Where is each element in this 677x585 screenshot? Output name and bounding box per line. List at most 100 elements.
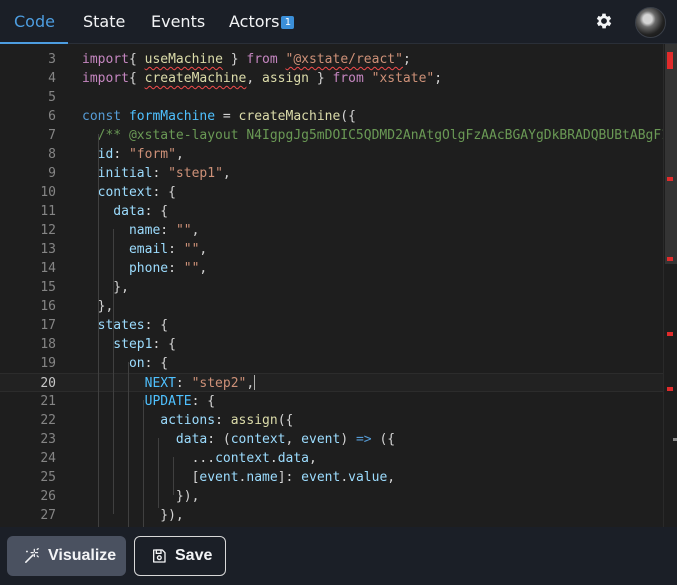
visualize-button[interactable]: Visualize <box>7 536 126 576</box>
tab-events[interactable]: Events <box>151 0 205 44</box>
indent-guide <box>143 400 144 527</box>
code-line[interactable]: 18 step1: { <box>0 335 677 354</box>
code-line[interactable]: 12 name: "", <box>0 221 677 240</box>
line-number: 11 <box>40 204 56 219</box>
code-line[interactable]: 20 NEXT: "step2", <box>0 373 677 392</box>
code-token: { <box>128 71 145 86</box>
line-number: 23 <box>40 432 56 447</box>
code-token: , <box>285 432 302 447</box>
tab-state-label: State <box>83 12 126 31</box>
code-text: initial: "step1", <box>82 164 231 183</box>
code-line[interactable]: 19 on: { <box>0 354 677 373</box>
tab-state[interactable]: State <box>83 0 125 44</box>
code-line[interactable]: 7 /** @xstate-layout N4IgpgJg5mDOIC5QDMD… <box>0 126 677 145</box>
line-number: 5 <box>48 90 56 105</box>
code-line[interactable]: 15 }, <box>0 278 677 297</box>
code-token: import <box>82 71 129 86</box>
code-token: , <box>175 147 184 162</box>
code-token: context <box>215 451 270 466</box>
line-number: 25 <box>40 470 56 485</box>
line-number: 9 <box>48 166 56 181</box>
line-number: 15 <box>40 280 56 295</box>
code-token: phone <box>82 261 169 276</box>
code-token: => <box>355 432 372 447</box>
code-line[interactable]: 8 id: "form", <box>0 145 677 164</box>
magic-wand-icon <box>25 547 39 563</box>
code-text: }), <box>82 487 200 506</box>
code-token: : <box>175 376 192 391</box>
tab-code[interactable]: Code <box>14 0 55 44</box>
code-token: step1 <box>82 337 153 352</box>
code-line[interactable]: 14 phone: "", <box>0 259 677 278</box>
code-editor[interactable]: 27 }), 26 }), 25 [event.name]: event.value… <box>0 44 677 527</box>
code-text: NEXT: "step2", <box>82 374 256 393</box>
code-line[interactable]: 9 initial: "step1", <box>0 164 677 183</box>
indent-guide <box>113 229 114 514</box>
code-token: = <box>215 109 239 124</box>
code-line[interactable]: 10 context: { <box>0 183 677 202</box>
code-token: "step1" <box>168 166 223 181</box>
user-avatar[interactable] <box>635 7 666 38</box>
code-line[interactable]: 13 email: "", <box>0 240 677 259</box>
code-text: }, <box>82 278 129 297</box>
code-token: : <box>215 413 231 428</box>
code-line[interactable]: 25 [event.name]: event.value, <box>0 468 677 487</box>
code-line[interactable]: 4 import{ createMachine, assign } from "x… <box>0 69 677 88</box>
code-token: : <box>160 223 176 238</box>
code-token: actions <box>82 413 216 428</box>
code-token: , <box>246 376 255 391</box>
code-token: "" <box>183 261 200 276</box>
indent-guide <box>128 362 129 527</box>
code-line[interactable]: 24 ...context.data, <box>0 449 677 468</box>
code-token: , <box>387 470 396 485</box>
code-token: data <box>82 204 145 219</box>
code-line[interactable]: 6 const formMachine = createMachine({ <box>0 107 677 126</box>
tab-code-label: Code <box>14 12 55 31</box>
code-token: formMachine <box>128 109 216 124</box>
code-token: "" <box>183 242 200 257</box>
code-line[interactable]: 23 data: (context, event) => ({ <box>0 430 677 449</box>
editor-scrollbar-thumb[interactable] <box>665 44 677 264</box>
indent-guide <box>173 457 174 495</box>
code-token: event <box>199 470 239 485</box>
code-token: assign <box>262 71 309 86</box>
line-number: 26 <box>40 489 56 504</box>
code-token: const <box>82 109 122 124</box>
code-line[interactable]: 21 UPDATE: { <box>0 392 677 411</box>
code-token: data <box>277 451 309 466</box>
code-line[interactable]: 16 }, <box>0 297 677 316</box>
code-text: on: { <box>82 354 168 373</box>
line-number: 13 <box>40 242 56 257</box>
code-token: "form" <box>128 147 176 162</box>
line-number: 4 <box>48 71 56 86</box>
error-marker <box>667 332 673 336</box>
save-button[interactable]: Save <box>134 536 226 576</box>
gear-icon[interactable] <box>594 11 614 31</box>
code-line[interactable]: 27 }), <box>0 506 677 525</box>
line-number: 19 <box>40 356 56 371</box>
code-line[interactable]: 3 import{ useMachine } from "@xstate/reac… <box>0 50 677 69</box>
code-line[interactable]: 22 actions: assign({ <box>0 411 677 430</box>
code-token: , <box>199 242 208 257</box>
code-token: createMachine <box>144 71 247 86</box>
code-token: ({ <box>371 432 396 447</box>
save-label: Save <box>175 547 213 564</box>
code-token: ]: <box>277 470 302 485</box>
error-marker <box>667 257 673 261</box>
code-token: name <box>246 470 278 485</box>
code-token: event <box>301 432 341 447</box>
code-text: import{ useMachine } from "@xstate/react… <box>82 50 411 69</box>
code-token: ; <box>402 52 411 67</box>
line-number: 7 <box>48 128 56 143</box>
code-token: : { <box>152 185 176 200</box>
code-line[interactable]: 5 <box>0 88 677 107</box>
code-line[interactable]: 17 states: { <box>0 316 677 335</box>
code-line[interactable]: 26 }), <box>0 487 677 506</box>
bottom-bar: Visualize Save <box>0 527 677 585</box>
code-line[interactable]: 11 data: { <box>0 202 677 221</box>
code-token: . <box>340 470 349 485</box>
code-token: ... <box>82 451 216 466</box>
error-marker <box>667 52 673 69</box>
tab-actors[interactable]: Actors 1 <box>229 0 295 44</box>
